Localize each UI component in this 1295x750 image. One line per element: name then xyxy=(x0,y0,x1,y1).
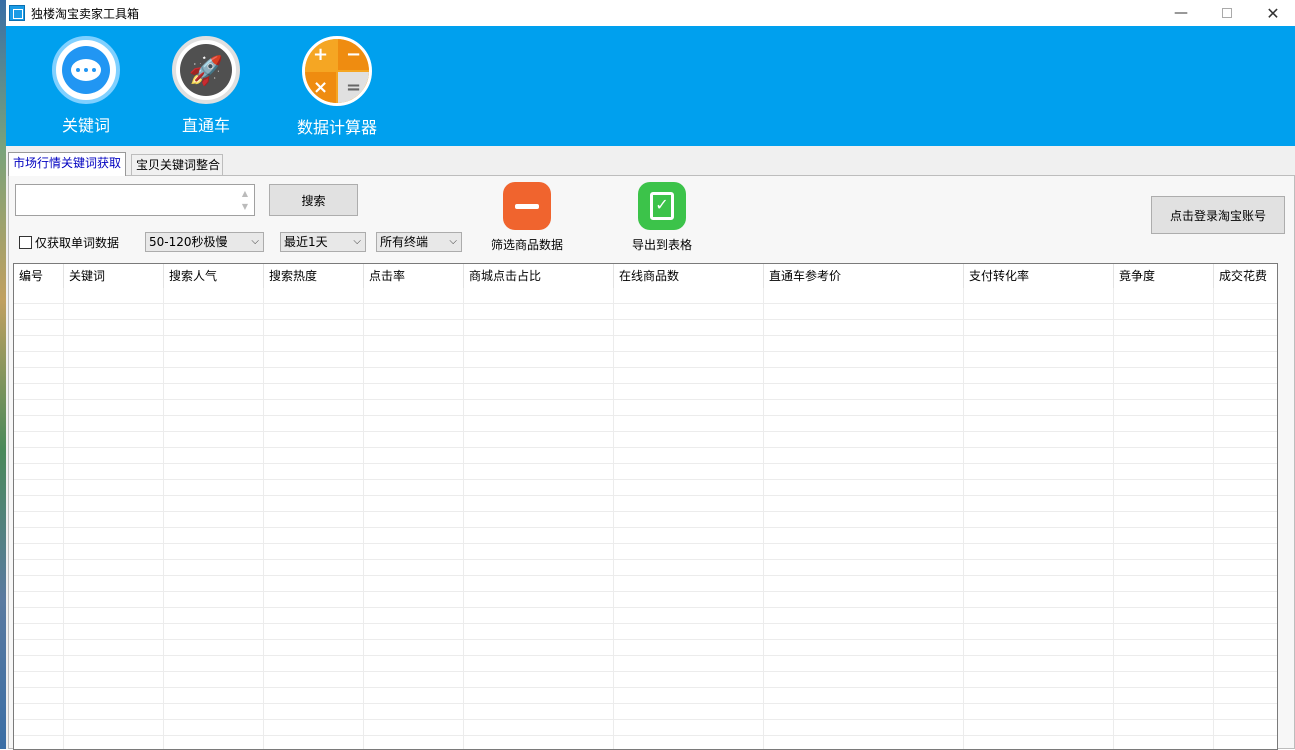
toolbar-item-label: 关键词 xyxy=(61,116,110,135)
terminal-select[interactable]: 所有终端 ⌵ xyxy=(376,232,462,252)
chat-bubble-icon xyxy=(52,36,120,104)
column-header[interactable]: 直通车参考价 xyxy=(764,264,964,288)
column-divider xyxy=(763,288,764,749)
column-divider xyxy=(263,288,264,749)
column-header[interactable]: 支付转化率 xyxy=(964,264,1114,288)
column-header[interactable]: 商城点击占比 xyxy=(464,264,614,288)
column-divider xyxy=(463,288,464,749)
search-field[interactable]: ▲ ▼ xyxy=(15,184,255,216)
app-icon xyxy=(9,5,25,21)
column-header[interactable]: 搜索人气 xyxy=(164,264,264,288)
column-header[interactable]: 成交花费 xyxy=(1214,264,1277,288)
search-button[interactable]: 搜索 xyxy=(269,184,358,216)
clipboard-check-icon: ✓ xyxy=(638,182,686,230)
column-divider xyxy=(63,288,64,749)
toolbar-item-label: 数据计算器 xyxy=(296,118,377,137)
keyword-table[interactable]: 编号 关键词 搜索人气 搜索热度 点击率 商城点击占比 在线商品数 直通车参考价 支付转化率 竟争… xyxy=(13,263,1278,750)
search-input[interactable] xyxy=(16,185,236,215)
export-table-button[interactable]: ✓ 导出到表格 xyxy=(629,182,695,253)
maximize-button[interactable] xyxy=(1204,0,1250,26)
filter-products-button[interactable]: 筛选商品数据 xyxy=(491,182,563,253)
toolbar-item-keyword[interactable]: 关键词 xyxy=(52,36,120,136)
tab-market-keywords[interactable]: 市场行情关键词获取 xyxy=(8,152,127,176)
date-range-value: 最近1天 xyxy=(284,235,328,249)
column-divider xyxy=(963,288,964,749)
export-table-label: 导出到表格 xyxy=(631,238,692,252)
chevron-down-icon: ⌵ xyxy=(353,236,361,247)
column-divider xyxy=(1113,288,1114,749)
minimize-button[interactable]: — xyxy=(1158,0,1204,26)
maximize-icon xyxy=(1222,8,1232,18)
speed-value: 50-120秒极慢 xyxy=(149,235,228,249)
column-header[interactable]: 在线商品数 xyxy=(614,264,764,288)
column-header[interactable]: 关键词 xyxy=(64,264,164,288)
toolbar-item-ztc[interactable]: 🚀 直通车 xyxy=(172,36,240,136)
toolbar-item-label: 直通车 xyxy=(181,116,230,135)
main-toolbar: 关键词 🚀 直通车 + − × = 数据计算器 xyxy=(6,26,1295,146)
login-taobao-button[interactable]: 点击登录淘宝账号 xyxy=(1151,196,1285,234)
title-bar[interactable]: 独楼淘宝卖家工具箱 — ✕ xyxy=(6,0,1295,26)
minimize-icon: — xyxy=(1174,5,1188,21)
filter-products-label: 筛选商品数据 xyxy=(491,238,564,252)
table-header: 编号 关键词 搜索人气 搜索热度 点击率 商城点击占比 在线商品数 直通车参考价 支付转化率 竟争… xyxy=(14,264,1277,288)
rocket-icon: 🚀 xyxy=(172,36,240,104)
single-word-label: 仅获取单词数据 xyxy=(35,236,120,250)
terminal-value: 所有终端 xyxy=(380,235,429,249)
column-header[interactable]: 编号 xyxy=(14,264,64,288)
column-header[interactable]: 搜索热度 xyxy=(264,264,364,288)
column-header[interactable]: 竟争度 xyxy=(1114,264,1214,288)
column-divider xyxy=(363,288,364,749)
toolbar-item-calculator[interactable]: + − × = 数据计算器 xyxy=(292,36,382,138)
app-window: 独楼淘宝卖家工具箱 — ✕ 关键词 🚀 直通车 + − × = 数据计算器 市场… xyxy=(0,0,1295,750)
scroll-arrows-icon[interactable]: ▲ ▼ xyxy=(238,187,252,213)
chevron-down-icon: ⌵ xyxy=(449,236,457,247)
column-divider xyxy=(163,288,164,749)
chevron-down-icon: ⌵ xyxy=(251,236,259,247)
checkbox-icon[interactable] xyxy=(19,236,32,249)
date-range-select[interactable]: 最近1天 ⌵ xyxy=(280,232,366,252)
window-title: 独楼淘宝卖家工具箱 xyxy=(31,7,140,21)
tab-item-keywords[interactable]: 宝贝关键词整合 xyxy=(131,154,223,176)
table-body xyxy=(14,288,1277,749)
column-divider xyxy=(613,288,614,749)
close-button[interactable]: ✕ xyxy=(1250,0,1295,26)
calculator-icon: + − × = xyxy=(302,36,372,106)
speed-select[interactable]: 50-120秒极慢 ⌵ xyxy=(145,232,264,252)
single-word-checkbox[interactable]: 仅获取单词数据 xyxy=(19,234,119,251)
tab-panel: ▲ ▼ 搜索 仅获取单词数据 50-120秒极慢 ⌵ 最近1天 ⌵ 所有终端 ⌵ … xyxy=(8,175,1295,750)
column-header[interactable]: 点击率 xyxy=(364,264,464,288)
column-divider xyxy=(1213,288,1214,749)
minus-icon xyxy=(503,182,551,230)
close-icon: ✕ xyxy=(1266,3,1280,23)
